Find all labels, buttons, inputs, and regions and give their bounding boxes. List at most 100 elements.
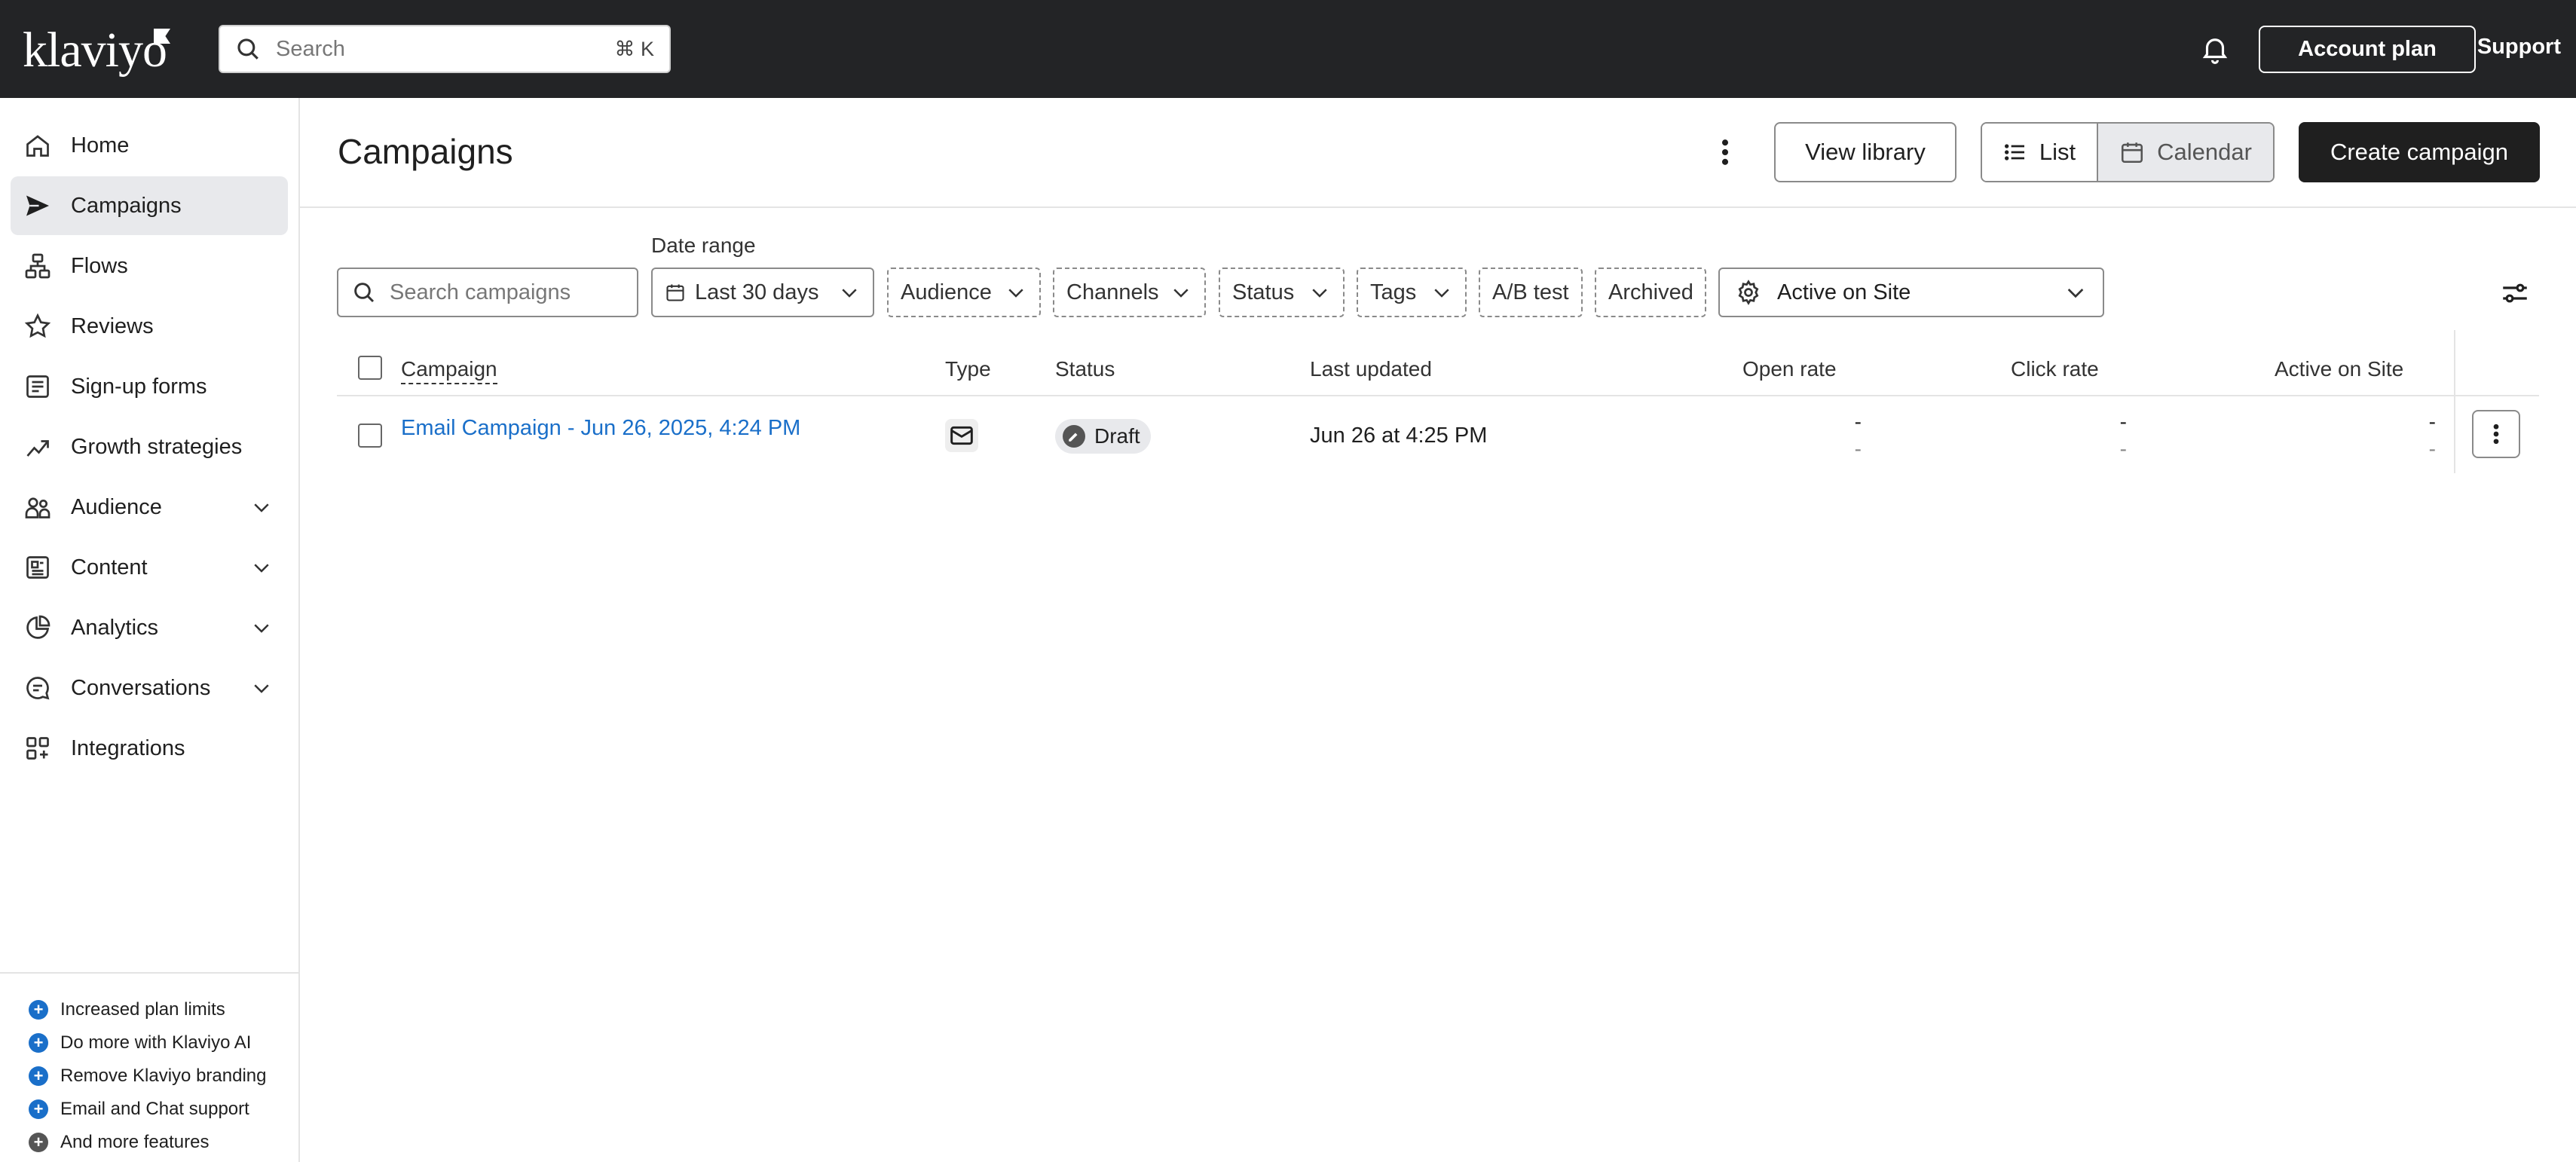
sidebar-item-home[interactable]: Home: [11, 116, 288, 175]
date-range-dropdown[interactable]: Last 30 days: [651, 268, 874, 317]
chevron-down-icon[interactable]: [250, 556, 273, 579]
apps-icon: [23, 733, 53, 763]
chevron-down-icon[interactable]: [250, 677, 273, 699]
sidebar-item-label: Content: [71, 555, 148, 579]
view-library-button[interactable]: View library: [1774, 122, 1956, 182]
more-options-icon: [2491, 420, 2501, 448]
row-checkbox[interactable]: [358, 424, 382, 448]
users-icon: [23, 492, 53, 522]
notifications-bell-icon[interactable]: [2199, 32, 2231, 66]
global-search-input[interactable]: Search ⌘ K: [219, 25, 671, 73]
sidebar-item-label: Integrations: [71, 735, 185, 760]
promo-email-chat-support[interactable]: + Email and Chat support: [29, 1099, 249, 1120]
metric-value: Active on Site: [1777, 280, 1911, 304]
pencil-icon: [1063, 425, 1085, 448]
star-icon: [23, 311, 53, 341]
logo-flag-icon: [154, 29, 170, 44]
home-icon: [23, 130, 53, 161]
sidebar: Home Campaigns Flows Reviews Sign-up for…: [0, 98, 300, 1162]
metric-dropdown[interactable]: Active on Site: [1718, 268, 2104, 317]
calendar-icon: [2119, 139, 2145, 165]
column-header-campaign[interactable]: Campaign: [401, 357, 497, 384]
pie-icon: [23, 613, 53, 643]
search-campaigns-placeholder: Search campaigns: [390, 280, 571, 304]
chevron-down-icon: [1430, 281, 1453, 304]
create-campaign-button[interactable]: Create campaign: [2299, 122, 2540, 182]
column-header-type: Type: [945, 357, 991, 381]
list-icon: [2003, 140, 2027, 164]
chevron-down-icon: [1005, 281, 1027, 304]
audience-filter[interactable]: Audience: [887, 268, 1041, 317]
promo-label: Email and Chat support: [60, 1099, 249, 1119]
select-all-checkbox[interactable]: [358, 356, 382, 380]
search-icon: [352, 280, 376, 304]
promo-label: Do more with Klaviyo AI: [60, 1032, 252, 1053]
sidebar-item-campaigns[interactable]: Campaigns: [11, 176, 288, 235]
plus-icon: +: [29, 1000, 48, 1020]
status-filter[interactable]: Status: [1219, 268, 1345, 317]
sidebar-item-flows[interactable]: Flows: [11, 237, 288, 295]
column-header-open-rate[interactable]: Open rate: [1742, 357, 1837, 381]
open-rate-sub-value: -: [1854, 437, 1862, 460]
flows-icon: [23, 251, 53, 281]
sidebar-item-audience[interactable]: Audience: [11, 478, 288, 537]
sidebar-item-reviews[interactable]: Reviews: [11, 297, 288, 356]
promo-more-features[interactable]: + And more features: [29, 1132, 209, 1153]
sidebar-item-label: Campaigns: [71, 193, 182, 218]
audience-filter-label: Audience: [901, 280, 992, 304]
column-header-last-updated[interactable]: Last updated: [1310, 357, 1432, 381]
trend-icon: [23, 432, 53, 462]
column-header-click-rate[interactable]: Click rate: [2011, 357, 2099, 381]
channels-filter-label: Channels: [1066, 280, 1159, 304]
sidebar-item-label: Sign-up forms: [71, 374, 207, 399]
last-updated-value: Jun 26 at 4:25 PM: [1310, 424, 1488, 448]
chevron-down-icon[interactable]: [250, 616, 273, 639]
click-rate-value: -: [2119, 410, 2127, 433]
list-view-label: List: [2039, 139, 2076, 165]
sidebar-item-growth-strategies[interactable]: Growth strategies: [11, 417, 288, 476]
gear-icon: [1735, 279, 1762, 306]
column-header-status: Status: [1055, 357, 1115, 381]
list-view-button[interactable]: List: [1982, 124, 2098, 181]
form-icon: [23, 372, 53, 402]
header-divider: [300, 206, 2576, 208]
promo-label: Remove Klaviyo branding: [60, 1066, 267, 1086]
sidebar-item-conversations[interactable]: Conversations: [11, 659, 288, 717]
chat-icon: [23, 673, 53, 703]
sidebar-item-content[interactable]: Content: [11, 538, 288, 597]
account-plan-button[interactable]: Account plan: [2259, 26, 2476, 73]
table-header-divider: [337, 395, 2539, 396]
chevron-down-icon: [1308, 281, 1331, 304]
promo-increased-plan-limits[interactable]: + Increased plan limits: [29, 999, 225, 1020]
campaign-name-link[interactable]: Email Campaign - Jun 26, 2025, 4:24 PM: [401, 416, 800, 441]
calendar-view-button[interactable]: Calendar: [2098, 124, 2273, 181]
tags-filter[interactable]: Tags: [1357, 268, 1467, 317]
search-placeholder: Search: [276, 36, 345, 61]
calendar-icon: [665, 282, 686, 303]
view-toggle: List Calendar: [1981, 122, 2275, 182]
promo-remove-branding[interactable]: + Remove Klaviyo branding: [29, 1066, 266, 1087]
ab-test-filter[interactable]: A/B test: [1479, 268, 1583, 317]
chevron-down-icon: [1170, 281, 1192, 304]
promo-klaviyo-ai[interactable]: + Do more with Klaviyo AI: [29, 1032, 251, 1053]
sidebar-item-signup-forms[interactable]: Sign-up forms: [11, 357, 288, 416]
column-settings-icon[interactable]: [2499, 277, 2531, 309]
sidebar-item-integrations[interactable]: Integrations: [11, 719, 288, 778]
sidebar-item-analytics[interactable]: Analytics: [11, 598, 288, 657]
sidebar-item-label: Conversations: [71, 675, 211, 700]
chevron-down-icon: [838, 281, 861, 304]
sidebar-item-label: Audience: [71, 494, 162, 519]
channels-filter[interactable]: Channels: [1053, 268, 1206, 317]
plus-icon: +: [29, 1033, 48, 1053]
search-campaigns-input[interactable]: Search campaigns: [337, 268, 638, 317]
klaviyo-logo[interactable]: klaviyo: [23, 26, 167, 75]
sidebar-item-label: Reviews: [71, 313, 154, 338]
plus-icon: +: [29, 1099, 48, 1119]
support-link[interactable]: Support: [2455, 35, 2561, 60]
row-actions-button[interactable]: [2472, 410, 2520, 458]
chevron-down-icon[interactable]: [250, 496, 273, 518]
more-options-icon[interactable]: [1712, 136, 1738, 169]
column-header-active-on-site[interactable]: Active on Site: [2275, 357, 2403, 381]
archived-filter[interactable]: Archived: [1595, 268, 1706, 317]
actions-column-divider: [2454, 330, 2455, 473]
